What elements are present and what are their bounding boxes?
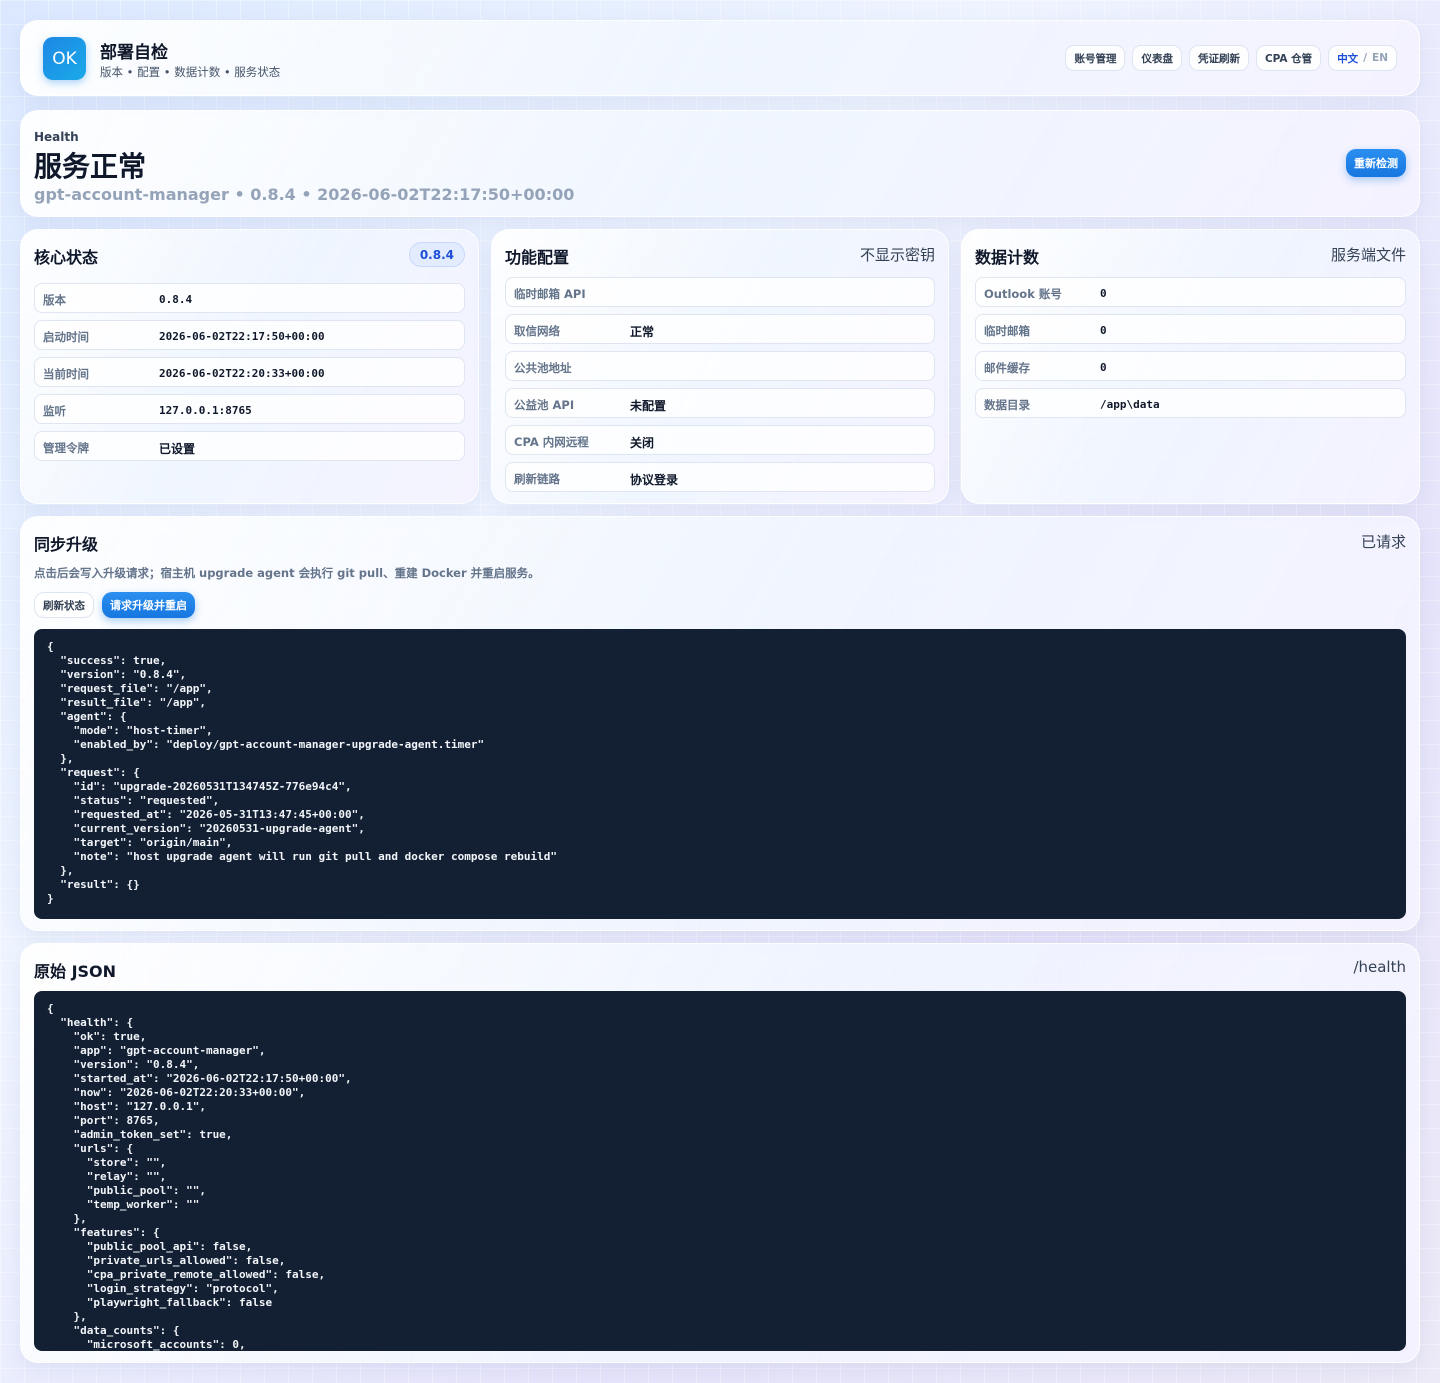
data-counts-note: 服务端文件 bbox=[1330, 246, 1406, 264]
refresh-status-button[interactable]: 刷新状态 bbox=[34, 592, 94, 618]
kv-key: Outlook 账号 bbox=[984, 287, 1062, 301]
lang-separator: / bbox=[1363, 52, 1368, 64]
kv-key: 版本 bbox=[43, 293, 66, 307]
kv-key: CPA 内网远程 bbox=[514, 435, 589, 449]
recheck-button[interactable]: 重新检测 bbox=[1346, 149, 1406, 177]
kv-value: 0.8.4 bbox=[159, 293, 193, 306]
upgrade-status: 已请求 bbox=[1360, 533, 1406, 551]
top-nav: 账号管理 仪表盘 凭证刷新 CPA 仓管 中文 / EN bbox=[1065, 45, 1397, 71]
kv-row: 邮件缓存 0 bbox=[975, 351, 1406, 381]
kv-key: 公益池 API bbox=[514, 398, 575, 412]
health-eyebrow: Health bbox=[34, 130, 79, 144]
kv-value: 2026-06-02T22:17:50+00:00 bbox=[159, 330, 325, 343]
ok-logo-icon: OK bbox=[43, 37, 86, 80]
lang-zh[interactable]: 中文 bbox=[1337, 51, 1358, 66]
raw-json-panel: 原始 JSON /health { "health": { "ok": true… bbox=[20, 943, 1420, 1363]
lang-en[interactable]: EN bbox=[1372, 52, 1388, 64]
features-title: 功能配置 bbox=[505, 248, 570, 267]
features-panel: 功能配置 不显示密钥 临时邮箱 API 取信网络 正常 公共池地址 公益池 AP… bbox=[491, 229, 949, 504]
health-status: 服务正常 bbox=[34, 150, 147, 183]
raw-json-output[interactable]: { "health": { "ok": true, "app": "gpt-ac… bbox=[34, 991, 1406, 1351]
kv-key: 邮件缓存 bbox=[984, 361, 1030, 375]
kv-key: 公共池地址 bbox=[514, 361, 572, 375]
top-bar: OK 部署自检 版本 • 配置 • 数据计数 • 服务状态 账号管理 仪表盘 凭… bbox=[20, 20, 1420, 96]
kv-key: 刷新链路 bbox=[514, 472, 560, 486]
upgrade-json-output[interactable]: { "success": true, "version": "0.8.4", "… bbox=[34, 629, 1406, 919]
sync-upgrade-title: 同步升级 bbox=[34, 535, 99, 554]
kv-value: 已设置 bbox=[159, 442, 196, 456]
raw-json-title: 原始 JSON bbox=[34, 962, 117, 981]
kv-row: 启动时间 2026-06-02T22:17:50+00:00 bbox=[34, 320, 465, 350]
kv-row: 当前时间 2026-06-02T22:20:33+00:00 bbox=[34, 357, 465, 387]
kv-key: 当前时间 bbox=[43, 367, 89, 381]
kv-value: 关闭 bbox=[630, 436, 655, 450]
raw-json-endpoint: /health bbox=[1353, 958, 1406, 976]
kv-row: 取信网络 正常 bbox=[505, 314, 935, 344]
kv-key: 临时邮箱 API bbox=[514, 287, 586, 301]
kv-row: 管理令牌 已设置 bbox=[34, 431, 465, 461]
data-counts-title: 数据计数 bbox=[975, 248, 1040, 267]
kv-row: 公共池地址 bbox=[505, 351, 935, 381]
page-title: 部署自检 bbox=[100, 43, 168, 63]
nav-account-management[interactable]: 账号管理 bbox=[1065, 45, 1126, 71]
health-card: Health 服务正常 gpt-account-manager • 0.8.4 … bbox=[20, 110, 1420, 217]
kv-key: 管理令牌 bbox=[43, 441, 89, 455]
nav-cpa-warehouse[interactable]: CPA 仓管 bbox=[1255, 45, 1322, 71]
kv-value: 0 bbox=[1100, 324, 1107, 337]
kv-row: Outlook 账号 0 bbox=[975, 277, 1406, 307]
core-status-title: 核心状态 bbox=[34, 248, 99, 267]
kv-key: 临时邮箱 bbox=[984, 324, 1030, 338]
kv-row: 监听 127.0.0.1:8765 bbox=[34, 394, 465, 424]
kv-value: 2026-06-02T22:20:33+00:00 bbox=[159, 367, 325, 380]
kv-row: CPA 内网远程 关闭 bbox=[505, 425, 935, 455]
language-switch[interactable]: 中文 / EN bbox=[1328, 45, 1397, 71]
kv-row: 临时邮箱 0 bbox=[975, 314, 1406, 344]
data-counts-panel: 数据计数 服务端文件 Outlook 账号 0 临时邮箱 0 邮件缓存 0 数据… bbox=[961, 229, 1420, 504]
kv-key: 数据目录 bbox=[984, 398, 1030, 412]
health-meta: gpt-account-manager • 0.8.4 • 2026-06-02… bbox=[34, 185, 575, 204]
core-status-panel: 核心状态 0.8.4 版本 0.8.4 启动时间 2026-06-02T22:1… bbox=[20, 229, 479, 504]
kv-key: 监听 bbox=[43, 404, 66, 418]
kv-value: 协议登录 bbox=[630, 473, 679, 487]
kv-value: 127.0.0.1:8765 bbox=[159, 404, 252, 417]
upgrade-description: 点击后会写入升级请求；宿主机 upgrade agent 会执行 git pul… bbox=[34, 566, 540, 580]
kv-row: 刷新链路 协议登录 bbox=[505, 462, 935, 492]
kv-row: 临时邮箱 API bbox=[505, 277, 935, 307]
page-subtitle: 版本 • 配置 • 数据计数 • 服务状态 bbox=[100, 65, 281, 79]
kv-key: 取信网络 bbox=[514, 324, 560, 338]
nav-dashboard[interactable]: 仪表盘 bbox=[1132, 45, 1182, 71]
features-note: 不显示密钥 bbox=[859, 246, 935, 264]
kv-value: 0 bbox=[1100, 287, 1107, 300]
sync-upgrade-panel: 同步升级 已请求 点击后会写入升级请求；宿主机 upgrade agent 会执… bbox=[20, 516, 1420, 931]
kv-value: 正常 bbox=[630, 325, 655, 339]
nav-credential-refresh[interactable]: 凭证刷新 bbox=[1188, 45, 1249, 71]
kv-value: 未配置 bbox=[630, 399, 667, 413]
kv-row: 数据目录 /app\data bbox=[975, 388, 1406, 418]
version-badge: 0.8.4 bbox=[408, 242, 465, 267]
kv-value: /app\data bbox=[1100, 398, 1160, 411]
kv-value: 0 bbox=[1100, 361, 1107, 374]
request-upgrade-button[interactable]: 请求升级并重启 bbox=[102, 592, 195, 618]
kv-row: 公益池 API 未配置 bbox=[505, 388, 935, 418]
kv-key: 启动时间 bbox=[43, 330, 89, 344]
kv-row: 版本 0.8.4 bbox=[34, 283, 465, 313]
